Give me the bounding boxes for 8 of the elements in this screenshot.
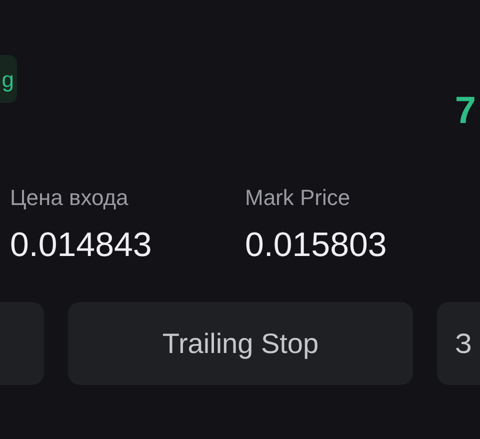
action-button[interactable]: З [437, 302, 480, 385]
side-badge: g [0, 55, 17, 103]
stat-label: Mark Price [245, 184, 352, 212]
pnl-value: 7 [454, 92, 476, 130]
action-button[interactable]: Trailing Stop [68, 302, 413, 385]
stat-value: 0.015803 [245, 224, 388, 266]
stat-value: 0.014843 [10, 224, 153, 266]
stat-label: Цена входа [10, 184, 130, 212]
